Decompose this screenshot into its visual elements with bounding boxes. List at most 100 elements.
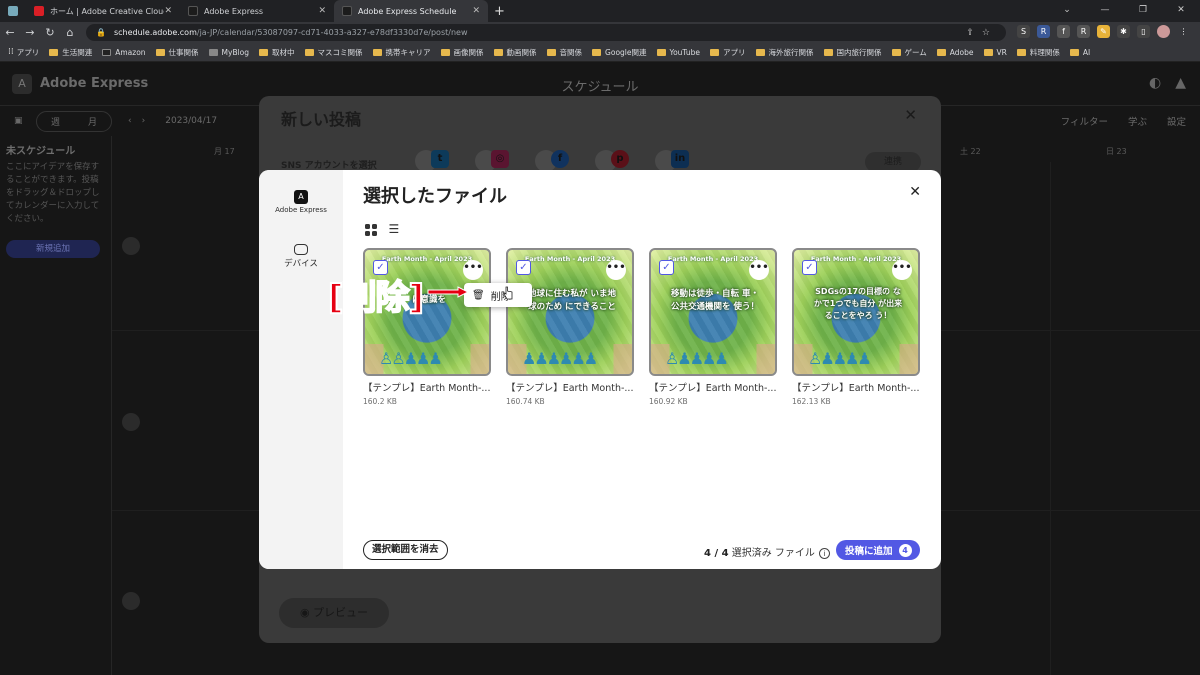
more-options-icon[interactable]: ••• — [892, 260, 912, 280]
browser-tab-3[interactable]: Adobe Express Schedule ✕ — [334, 0, 488, 22]
bookmark-folder[interactable]: 動画関係 — [493, 47, 537, 58]
bookmark-folder[interactable]: YouTube — [656, 48, 700, 57]
new-tab-icon[interactable]: + — [494, 4, 505, 19]
tab-close-icon[interactable]: ✕ — [318, 6, 326, 16]
next-icon[interactable]: › — [142, 116, 146, 126]
folder-icon — [936, 48, 946, 56]
bookmark-folder[interactable]: Adobe — [936, 48, 974, 57]
file-card[interactable]: Earth Month - April 2023 移動は徒歩・自転 車・公共交通… — [649, 248, 777, 406]
date-picker[interactable]: 2023/04/17 — [165, 116, 217, 126]
maximize-icon[interactable]: ❐ — [1124, 0, 1162, 22]
tab-close-icon[interactable]: ✕ — [164, 6, 172, 16]
source-adobe-express[interactable]: A Adobe Express — [259, 190, 343, 214]
tab-search-icon[interactable] — [0, 0, 26, 22]
bookmark-folder[interactable]: 仕事関係 — [155, 47, 199, 58]
clear-selection-button[interactable]: 選択範囲を消去 — [363, 540, 448, 560]
connect-button[interactable]: 連携 — [865, 152, 921, 172]
bookmark-folder[interactable]: 取材中 — [259, 47, 295, 58]
close-icon[interactable]: ✕ — [909, 184, 921, 200]
file-name: 【テンプレ】Earth Month-... — [363, 383, 491, 394]
bookmark-folder[interactable]: アプリ — [710, 47, 746, 58]
browser-tab-1[interactable]: ホーム | Adobe Creative Cloud ✕ — [26, 0, 180, 22]
tab-close-icon[interactable]: ✕ — [472, 6, 480, 16]
window-controls: ⌄ — ❐ ✕ — [1048, 0, 1200, 22]
extension-pen-icon[interactable]: ✎ — [1097, 25, 1110, 38]
account-instagram[interactable]: ◎ — [475, 148, 515, 172]
file-card[interactable]: Earth Month - April 2023 地球に住む私が いま地球のため… — [506, 248, 634, 406]
file-checkbox[interactable]: ✓ — [516, 260, 531, 275]
list-view-icon[interactable]: ☰ — [389, 222, 400, 236]
close-icon[interactable]: ✕ — [904, 106, 917, 124]
add-to-post-button[interactable]: 投稿に追加 4 — [836, 540, 920, 560]
bookmark-folder[interactable]: 画像関係 — [440, 47, 484, 58]
bookmark-folder[interactable]: Google関連 — [592, 47, 647, 58]
grid-view-icon[interactable] — [365, 224, 377, 236]
context-menu-delete[interactable]: 🗑 削除 — [464, 283, 532, 307]
source-device[interactable]: デバイス — [259, 244, 343, 269]
file-checkbox[interactable]: ✓ — [659, 260, 674, 275]
bookmark-folder[interactable]: ゲーム — [891, 47, 927, 58]
bookmark-myblog[interactable]: MyBlog — [208, 48, 249, 57]
puzzle-icon[interactable]: ✱ — [1117, 25, 1130, 38]
account-twitter[interactable]: t — [415, 148, 455, 172]
bookmark-folder[interactable]: 生活関連 — [49, 47, 92, 58]
window-close-icon[interactable]: ✕ — [1162, 0, 1200, 22]
folder-icon — [372, 48, 382, 56]
reload-icon[interactable]: ↻ — [40, 26, 60, 39]
bookmark-apps[interactable]: ⁞⁞ アプリ — [8, 47, 39, 58]
account-linkedin[interactable]: in — [655, 148, 695, 172]
bookmarks-bar: ⁞⁞ アプリ 生活関連 Amazon 仕事関係 MyBlog 取材中 マスコミ関係… — [0, 43, 1200, 62]
sidebar-toggle-icon[interactable]: ▣ — [14, 116, 23, 126]
file-thumbnail[interactable]: Earth Month - April 2023 地球に住む私が いま地球のため… — [506, 248, 634, 376]
info-icon[interactable]: i — [818, 548, 830, 559]
extension-r-icon[interactable]: R — [1037, 25, 1050, 38]
minimize-icon[interactable]: — — [1086, 0, 1124, 22]
profile-avatar[interactable] — [1157, 25, 1170, 38]
home-icon[interactable]: ⌂ — [60, 26, 80, 39]
account-pinterest[interactable]: p — [595, 148, 635, 172]
extension-s-icon[interactable]: S — [1017, 25, 1030, 38]
bookmark-folder[interactable]: AI — [1069, 48, 1090, 57]
file-thumbnail[interactable]: Earth Month - April 2023 SDGsの17の目標の なかで… — [792, 248, 920, 376]
new-add-button[interactable]: 新規追加 — [6, 240, 100, 258]
prev-icon[interactable]: ‹ — [128, 116, 132, 126]
grid-line — [1050, 162, 1051, 675]
annotation-arrow-icon — [427, 286, 470, 298]
file-card[interactable]: Earth Month - April 2023 SDGsの17の目標の なかで… — [792, 248, 920, 406]
more-options-icon[interactable]: ••• — [463, 260, 483, 280]
view-month[interactable]: 月 — [74, 112, 111, 131]
bookmark-folder[interactable]: 料理関係 — [1016, 47, 1060, 58]
extension-f-icon[interactable]: f — [1057, 25, 1070, 38]
bookmark-folder[interactable]: 海外旅行関係 — [755, 47, 814, 58]
address-bar[interactable]: 🔒 schedule.adobe.com/ja-JP/calendar/5308… — [86, 24, 1006, 41]
tab-list-icon[interactable]: ⌄ — [1048, 0, 1086, 22]
account-facebook[interactable]: f — [535, 148, 575, 172]
extension-r2-icon[interactable]: R — [1077, 25, 1090, 38]
bookmark-folder[interactable]: VR — [983, 48, 1007, 57]
bookmark-amazon[interactable]: Amazon — [102, 48, 146, 57]
browser-tab-2[interactable]: Adobe Express ✕ — [180, 0, 334, 22]
bookmark-folder[interactable]: 音関係 — [546, 47, 582, 58]
file-size: 160.74 KB — [506, 397, 545, 406]
file-checkbox[interactable]: ✓ — [802, 260, 817, 275]
bookmark-folder[interactable]: 国内旅行関係 — [823, 47, 882, 58]
learn-button[interactable]: 学ぶ — [1128, 114, 1147, 128]
bookmark-folder[interactable]: 携帯キャリア — [372, 47, 431, 58]
preview-button[interactable]: ◉ プレビュー — [279, 598, 389, 628]
file-size: 160.92 KB — [649, 397, 688, 406]
back-icon[interactable]: ← — [0, 26, 20, 39]
sidepanel-icon[interactable]: ▯ — [1137, 25, 1150, 38]
menu-icon[interactable]: ⋮ — [1177, 25, 1190, 38]
forward-icon[interactable]: → — [20, 26, 40, 39]
source-sidebar: A Adobe Express デバイス — [259, 170, 343, 569]
file-thumbnail[interactable]: Earth Month - April 2023 移動は徒歩・自転 車・公共交通… — [649, 248, 777, 376]
view-week[interactable]: 週 — [37, 112, 74, 131]
account-icon[interactable]: ◐ — [1149, 75, 1161, 91]
filter-button[interactable]: フィルター — [1061, 114, 1108, 128]
share-bookmark-icons[interactable]: ⇪☆ — [966, 28, 998, 38]
more-options-icon[interactable]: ••• — [749, 260, 769, 280]
more-options-icon[interactable]: ••• — [606, 260, 626, 280]
bookmark-folder[interactable]: マスコミ関係 — [304, 47, 363, 58]
settings-button[interactable]: 設定 — [1167, 114, 1186, 128]
adobe-icon[interactable]: ▲ — [1175, 75, 1186, 91]
